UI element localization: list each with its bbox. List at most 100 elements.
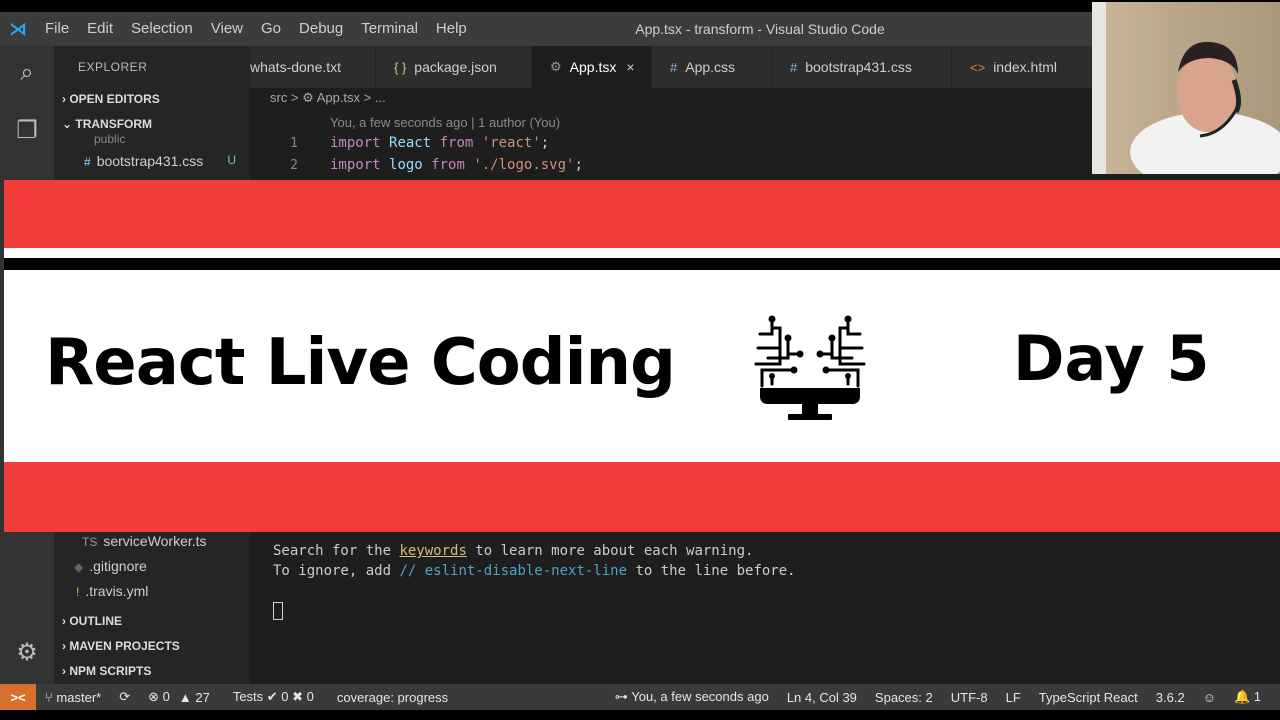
close-icon[interactable]: × <box>626 59 634 75</box>
css-file-icon: # <box>790 59 798 75</box>
menu-view[interactable]: View <box>202 12 252 46</box>
status-bar: >< ⑂ master* ⟳ ⊗ 0 ▲ 27 Tests ✔ 0 ✖ 0 co… <box>0 684 1280 710</box>
maven-label: MAVEN PROJECTS <box>69 639 180 653</box>
file-label: .gitignore <box>89 558 147 574</box>
coverage-status[interactable]: coverage: progress <box>323 690 457 705</box>
indentation[interactable]: Spaces: 2 <box>866 690 942 705</box>
ts-version[interactable]: 3.6.2 <box>1147 690 1194 705</box>
banner-day: Day 5 <box>1013 322 1210 395</box>
line-number: 1 <box>290 136 298 151</box>
menu-terminal[interactable]: Terminal <box>352 12 427 46</box>
menu-debug[interactable]: Debug <box>290 12 352 46</box>
notifications-bell[interactable]: 🔔 1 <box>1225 689 1270 705</box>
file-bootstrap431[interactable]: # bootstrap431.css U <box>84 153 250 169</box>
file-label: serviceWorker.ts <box>103 533 207 549</box>
outline-label: OUTLINE <box>69 614 123 628</box>
explorer-title: EXPLORER <box>78 60 148 74</box>
git-file-icon: ◆ <box>74 560 84 574</box>
menu-edit[interactable]: Edit <box>78 12 122 46</box>
menu-go[interactable]: Go <box>252 12 290 46</box>
errors-count[interactable]: ⊗ 0 <box>139 689 179 705</box>
breadcrumb[interactable]: src > ⚙ App.tsx > ... <box>270 90 386 106</box>
menu-help[interactable]: Help <box>427 12 476 46</box>
tests-status[interactable]: Tests ✔ 0 ✖ 0 <box>219 689 323 705</box>
line-ending[interactable]: LF <box>997 690 1030 705</box>
npm-label: NPM SCRIPTS <box>69 664 152 678</box>
keywords-link[interactable]: keywords <box>399 543 466 559</box>
terminal-line-2: To ignore, add // eslint-disable-next-li… <box>273 563 796 579</box>
css-file-icon: # <box>670 59 678 75</box>
transform-section[interactable]: ⌄ TRANSFORM <box>62 117 152 131</box>
keyword: import <box>330 135 381 151</box>
search-icon[interactable]: ⌕ <box>12 58 42 88</box>
tab-label: bootstrap431.css <box>805 59 912 75</box>
tab-package-json[interactable]: { } package.json <box>376 46 532 88</box>
keyword: import <box>330 157 381 173</box>
tab-app-tsx[interactable]: ⚙ App.tsx × <box>532 46 652 88</box>
git-untracked-badge: U <box>227 153 236 167</box>
tab-label: package.json <box>414 59 497 75</box>
outline-section[interactable]: › OUTLINE <box>62 614 122 628</box>
window-title: App.tsx - transform - Visual Studio Code <box>635 21 885 37</box>
file-label: .travis.yml <box>85 583 149 599</box>
keyword: from <box>439 135 474 151</box>
identifier: React <box>389 135 432 151</box>
sync-icon[interactable]: ⟳ <box>110 689 139 705</box>
string-literal: 'react' <box>481 135 541 151</box>
warnings-count[interactable]: ▲ 27 <box>179 690 219 705</box>
string-literal: './logo.svg' <box>473 157 575 173</box>
encoding[interactable]: UTF-8 <box>942 690 997 705</box>
webcam-person-image <box>1130 41 1280 174</box>
typescript-file-icon: TS <box>82 535 98 549</box>
tab-label: App.css <box>685 59 736 75</box>
file-serviceworker[interactable]: TS serviceWorker.ts <box>82 533 207 549</box>
feedback-icon[interactable]: ☺ <box>1194 690 1225 705</box>
tab-index-html[interactable]: <> index.html <box>952 46 1092 88</box>
terminal-text: to the line before. <box>627 563 796 579</box>
tab-app-css[interactable]: # App.css <box>652 46 772 88</box>
banner-red-top <box>4 180 1280 248</box>
terminal-text: To ignore, add <box>273 563 400 579</box>
webcam-overlay <box>1092 2 1280 174</box>
remote-icon[interactable]: >< <box>0 684 36 710</box>
tab-whats-done[interactable]: whats-done.txt <box>250 46 376 88</box>
language-mode[interactable]: TypeScript React <box>1030 690 1147 705</box>
banner-white-gap <box>4 248 1280 258</box>
blame-label: You, a few seconds ago <box>631 689 769 704</box>
webcam-wall <box>1092 2 1106 174</box>
code-line-2[interactable]: import logo from './logo.svg'; <box>330 157 583 173</box>
blame-status[interactable]: ⊶ You, a few seconds ago <box>606 689 778 705</box>
file-gitignore[interactable]: ◆ .gitignore <box>74 558 147 574</box>
menu-file[interactable]: File <box>36 12 78 46</box>
open-editors-section[interactable]: › OPEN EDITORS <box>62 92 160 106</box>
gear-icon[interactable]: ⚙ <box>12 638 42 668</box>
maven-section[interactable]: › MAVEN PROJECTS <box>62 639 180 653</box>
css-file-icon: # <box>84 155 91 169</box>
explorer-files-icon[interactable]: ❐ <box>12 116 42 146</box>
folder-public[interactable]: public <box>94 132 125 146</box>
terminal-text: Search for the <box>273 543 400 559</box>
keyword: from <box>431 157 465 173</box>
frame-bottom-border <box>0 710 1280 720</box>
codelens-blame[interactable]: You, a few seconds ago | 1 author (You) <box>330 115 560 130</box>
branch-label: master* <box>56 689 102 705</box>
terminal-text: to learn more about each warning. <box>466 543 754 559</box>
react-file-icon: ⚙ <box>550 59 562 74</box>
tab-bootstrap431[interactable]: # bootstrap431.css <box>772 46 952 88</box>
file-travis[interactable]: ! .travis.yml <box>76 583 148 599</box>
circuit-monitor-icon <box>754 315 866 420</box>
cursor-position[interactable]: Ln 4, Col 39 <box>778 690 866 705</box>
npm-scripts-section[interactable]: › NPM SCRIPTS <box>62 664 151 678</box>
terminal-cursor[interactable] <box>273 602 283 620</box>
banner-black-line <box>4 258 1280 270</box>
window-top-border <box>0 0 1280 12</box>
identifier: logo <box>389 157 423 173</box>
title-banner: React Live Coding Day 5 <box>4 180 1280 532</box>
status-right-group: ⊶ You, a few seconds ago Ln 4, Col 39 Sp… <box>606 684 1270 710</box>
code-line-1[interactable]: import React from 'react'; <box>330 135 549 151</box>
html-file-icon: <> <box>970 59 986 75</box>
vscode-logo-icon: ⋊ <box>9 18 27 39</box>
file-label: bootstrap431.css <box>96 153 204 169</box>
menu-selection[interactable]: Selection <box>122 12 202 46</box>
git-branch[interactable]: ⑂ master* <box>36 690 110 705</box>
